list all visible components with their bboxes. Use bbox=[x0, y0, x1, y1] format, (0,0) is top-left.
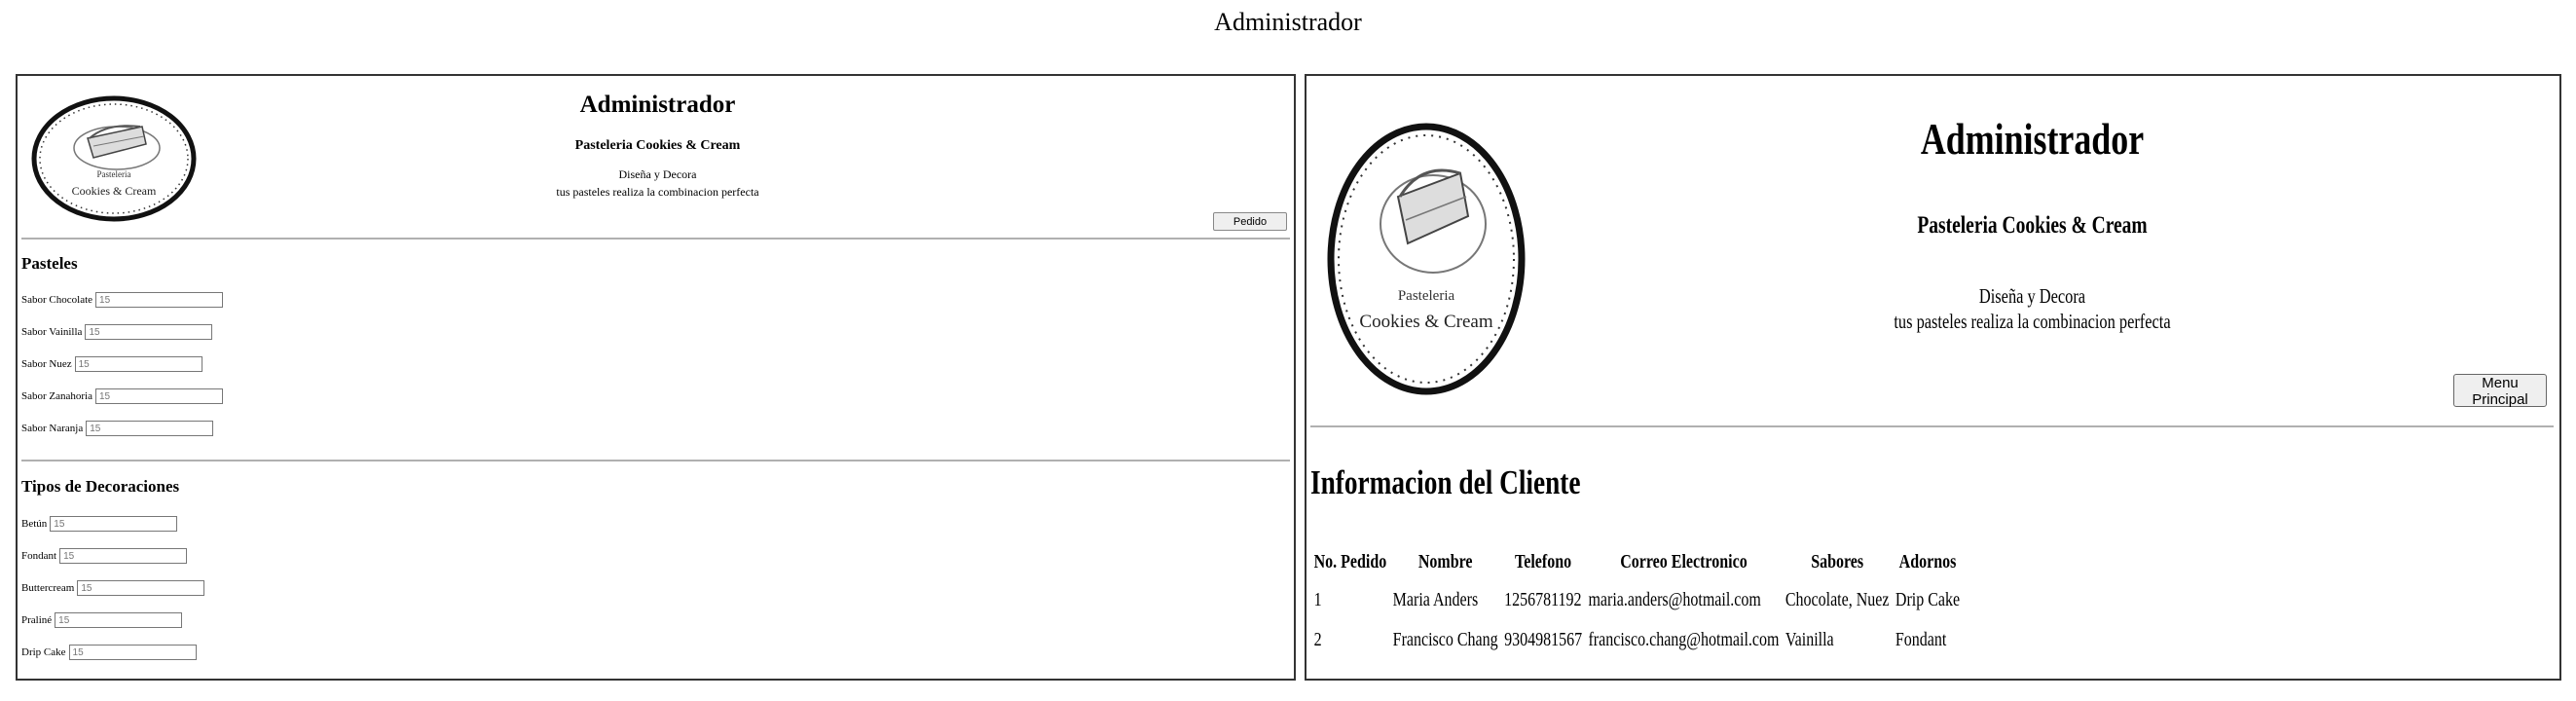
cell-email: francisco.chang@hotmail.com bbox=[1588, 629, 1780, 650]
flavor-quantity-input[interactable] bbox=[95, 388, 223, 404]
cell-decorations: Fondant bbox=[1895, 629, 1947, 650]
column-header-phone: Telefono bbox=[1515, 551, 1572, 572]
cell-flavors: Vainilla bbox=[1785, 629, 1834, 650]
decoration-quantity-input[interactable] bbox=[68, 645, 197, 660]
cell-name: Francisco Chang bbox=[1392, 629, 1498, 650]
flavor-label: Sabor Chocolate bbox=[21, 294, 93, 306]
column-header-order-number: No. Pedido bbox=[1313, 551, 1387, 572]
decoration-label: Praliné bbox=[21, 614, 53, 626]
flavor-label: Sabor Zanahoria bbox=[21, 390, 92, 402]
table-row: 2 Francisco Chang 9304981567 francisco.c… bbox=[1312, 621, 1965, 661]
decoration-quantity-input[interactable] bbox=[77, 580, 205, 596]
client-info-heading: Informacion del Cliente bbox=[1310, 463, 1581, 501]
decoration-label: Buttercream bbox=[21, 582, 75, 594]
column-header-email: Correo Electronico bbox=[1620, 551, 1748, 572]
flavor-quantity-input[interactable] bbox=[95, 292, 224, 308]
cell-flavors: Chocolate, Nuez bbox=[1785, 589, 1890, 610]
decoration-row-buttercream: Buttercream bbox=[21, 579, 205, 597]
decoration-row-praline: Praliné bbox=[21, 611, 183, 629]
flavor-row-zanahoria: Sabor Zanahoria bbox=[21, 387, 223, 405]
flavor-label: Sabor Nuez bbox=[21, 358, 72, 370]
decoration-row-betun: Betún bbox=[21, 515, 178, 533]
cell-phone: 9304981567 bbox=[1504, 629, 1583, 650]
flavor-row-nuez: Sabor Nuez bbox=[21, 355, 202, 373]
tagline: Diseña y Decora bbox=[1978, 284, 2086, 308]
divider bbox=[21, 238, 1290, 240]
order-button[interactable]: Pedido bbox=[1213, 212, 1287, 231]
decoration-row-fondant: Fondant bbox=[21, 547, 188, 565]
svg-text:Pasteleria: Pasteleria bbox=[1398, 288, 1455, 304]
flavor-quantity-input[interactable] bbox=[86, 421, 214, 436]
admin-client-info-panel: Pasteleria Cookies & Cream Administrador… bbox=[1305, 74, 2561, 681]
panel-title: Administrador bbox=[1920, 114, 2145, 164]
decoration-label: Drip Cake bbox=[21, 646, 66, 658]
decoration-quantity-input[interactable] bbox=[59, 548, 188, 564]
flavor-row-chocolate: Sabor Chocolate bbox=[21, 291, 224, 309]
decoration-quantity-input[interactable] bbox=[50, 516, 178, 532]
cell-order-number: 2 bbox=[1313, 629, 1322, 650]
flavor-row-vainilla: Sabor Vainilla bbox=[21, 323, 213, 341]
divider bbox=[1310, 425, 2554, 427]
shop-name: Pasteleria Cookies & Cream bbox=[574, 138, 741, 153]
cell-name: Maria Anders bbox=[1392, 589, 1479, 610]
tagline-subtitle: tus pasteles realiza la combinacion perf… bbox=[556, 185, 759, 199]
table-row: 1 Maria Anders 1256781192 maria.anders@h… bbox=[1312, 581, 1965, 621]
flavor-quantity-input[interactable] bbox=[85, 324, 213, 340]
column-header-name: Nombre bbox=[1417, 551, 1473, 572]
cell-decorations: Drip Cake bbox=[1895, 589, 1961, 610]
flavor-label: Sabor Vainilla bbox=[21, 326, 83, 338]
table-header-row: No. Pedido Nombre Telefono Correo Electr… bbox=[1312, 547, 1965, 581]
decorations-heading: Tipos de Decoraciones bbox=[21, 477, 180, 496]
cell-order-number: 1 bbox=[1313, 589, 1322, 610]
column-header-decorations: Adornos bbox=[1898, 551, 1957, 572]
panel-title: Administrador bbox=[579, 92, 736, 118]
flavor-quantity-input[interactable] bbox=[74, 356, 202, 372]
bakery-logo: Pasteleria Cookies & Cream bbox=[1327, 123, 1526, 395]
orders-table: No. Pedido Nombre Telefono Correo Electr… bbox=[1312, 547, 1965, 661]
flavor-row-naranja: Sabor Naranja bbox=[21, 420, 214, 437]
divider bbox=[21, 460, 1290, 461]
admin-inventory-panel: Pasteleria Cookies & Cream Administrador… bbox=[16, 74, 1296, 681]
flavor-label: Sabor Naranja bbox=[21, 423, 84, 434]
shop-name: Pasteleria Cookies & Cream bbox=[1917, 212, 2148, 239]
cell-email: maria.anders@hotmail.com bbox=[1588, 589, 1761, 610]
decoration-quantity-input[interactable] bbox=[55, 612, 183, 628]
decoration-label: Betún bbox=[21, 518, 48, 530]
main-menu-button[interactable]: Menu Principal bbox=[2453, 374, 2547, 408]
svg-text:Cookies & Cream: Cookies & Cream bbox=[1359, 312, 1492, 332]
cell-phone: 1256781192 bbox=[1504, 589, 1582, 610]
decoration-label: Fondant bbox=[21, 550, 57, 562]
page-title: Administrador bbox=[1214, 8, 1362, 36]
column-header-flavors: Sabores bbox=[1811, 551, 1864, 572]
decoration-row-drip-cake: Drip Cake bbox=[21, 644, 197, 661]
flavors-heading: Pasteles bbox=[21, 254, 78, 273]
tagline-subtitle: tus pasteles realiza la combinacion perf… bbox=[1894, 310, 2171, 333]
tagline: Diseña y Decora bbox=[618, 167, 697, 181]
